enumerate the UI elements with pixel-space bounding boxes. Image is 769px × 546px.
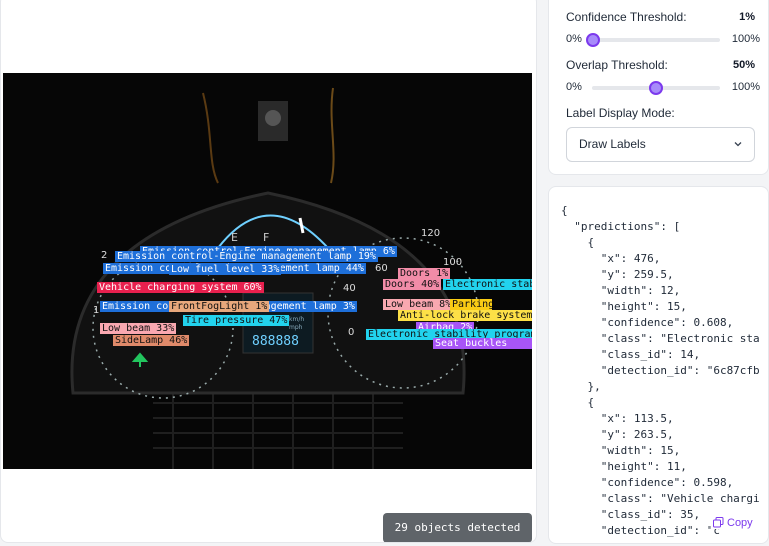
app-root: E F 888888 km/h mph 120 100 80 60 40 2 1… [0,0,769,546]
tach-tick-2: 2 [101,250,107,261]
image-panel: E F 888888 km/h mph 120 100 80 60 40 2 1… [0,0,537,543]
confidence-track[interactable] [586,33,720,47]
tach-tick-0: 0 [348,327,354,338]
detection-label: Parking 9% [450,299,492,310]
copy-button[interactable]: Copy [711,517,755,529]
detection-count-badge: 29 objects detected [383,513,532,542]
annotated-image[interactable]: E F 888888 km/h mph 120 100 80 60 40 2 1… [3,73,532,469]
chevron-down-icon [734,142,742,147]
speed-unit-kmh: km/h [289,316,304,323]
json-output: { "predictions": [ { "x": 476, "y": 259.… [561,204,760,537]
display-mode-label: Label Display Mode: [566,106,675,120]
overlap-value: 50% [732,59,755,71]
detection-label: Low beam 8% [383,299,454,310]
tach-tick-1: 1 [93,305,99,316]
overlap-min: 0% [566,81,582,93]
overlap-track[interactable] [592,81,720,95]
overlap-label: Overlap Threshold: [566,58,668,72]
overlap-slider-thumb[interactable] [649,81,663,95]
confidence-slider-thumb[interactable] [586,33,601,47]
detection-label: Vehicle charging system 60% [97,282,264,293]
display-mode-value: Draw Labels [579,137,646,151]
copy-label: Copy [727,517,753,529]
settings-card: Confidence Threshold: 1% 0% 100% Overlap… [548,0,769,175]
json-output-card: { "predictions": [ { "x": 476, "y": 259.… [548,186,769,544]
fuel-full-label: F [263,231,269,244]
detection-label: Seat buckles [433,338,532,349]
fuel-empty-label: E [231,231,238,244]
confidence-label: Confidence Threshold: [566,10,687,24]
confidence-max: 100% [731,33,760,45]
detection-label: Emission control-Engine management lamp … [115,251,378,262]
speed-tick-120: 120 [421,228,440,239]
odometer: 888888 [252,334,299,349]
display-mode-select[interactable]: Draw Labels [566,127,755,162]
speed-tick-60: 60 [375,263,388,274]
copy-icon [713,517,724,528]
detection-label: Low beam 33% [100,323,177,334]
detection-label: Electronic stability programme [443,279,532,290]
detection-label: FrontFogLight 1% [169,301,270,312]
detection-label: SideLamp 46% [113,335,190,346]
confidence-slider[interactable]: 0% 100% [566,33,760,47]
detection-label: Doors 40% [383,279,442,290]
speed-unit-mph: mph [289,324,303,331]
detection-label: Anti-lock brake system [398,310,532,321]
speed-tick-100: 100 [443,257,462,268]
confidence-value: 1% [739,11,755,23]
overlap-max: 100% [731,81,760,93]
detection-label: Low fuel level 33% [169,264,282,275]
detection-label: Tire pressure 47% [183,315,290,326]
overlap-slider[interactable]: 0% 100% [566,81,760,95]
confidence-min: 0% [566,33,582,45]
speed-tick-40: 40 [343,283,356,294]
detection-label: Doors 1% [398,268,451,279]
